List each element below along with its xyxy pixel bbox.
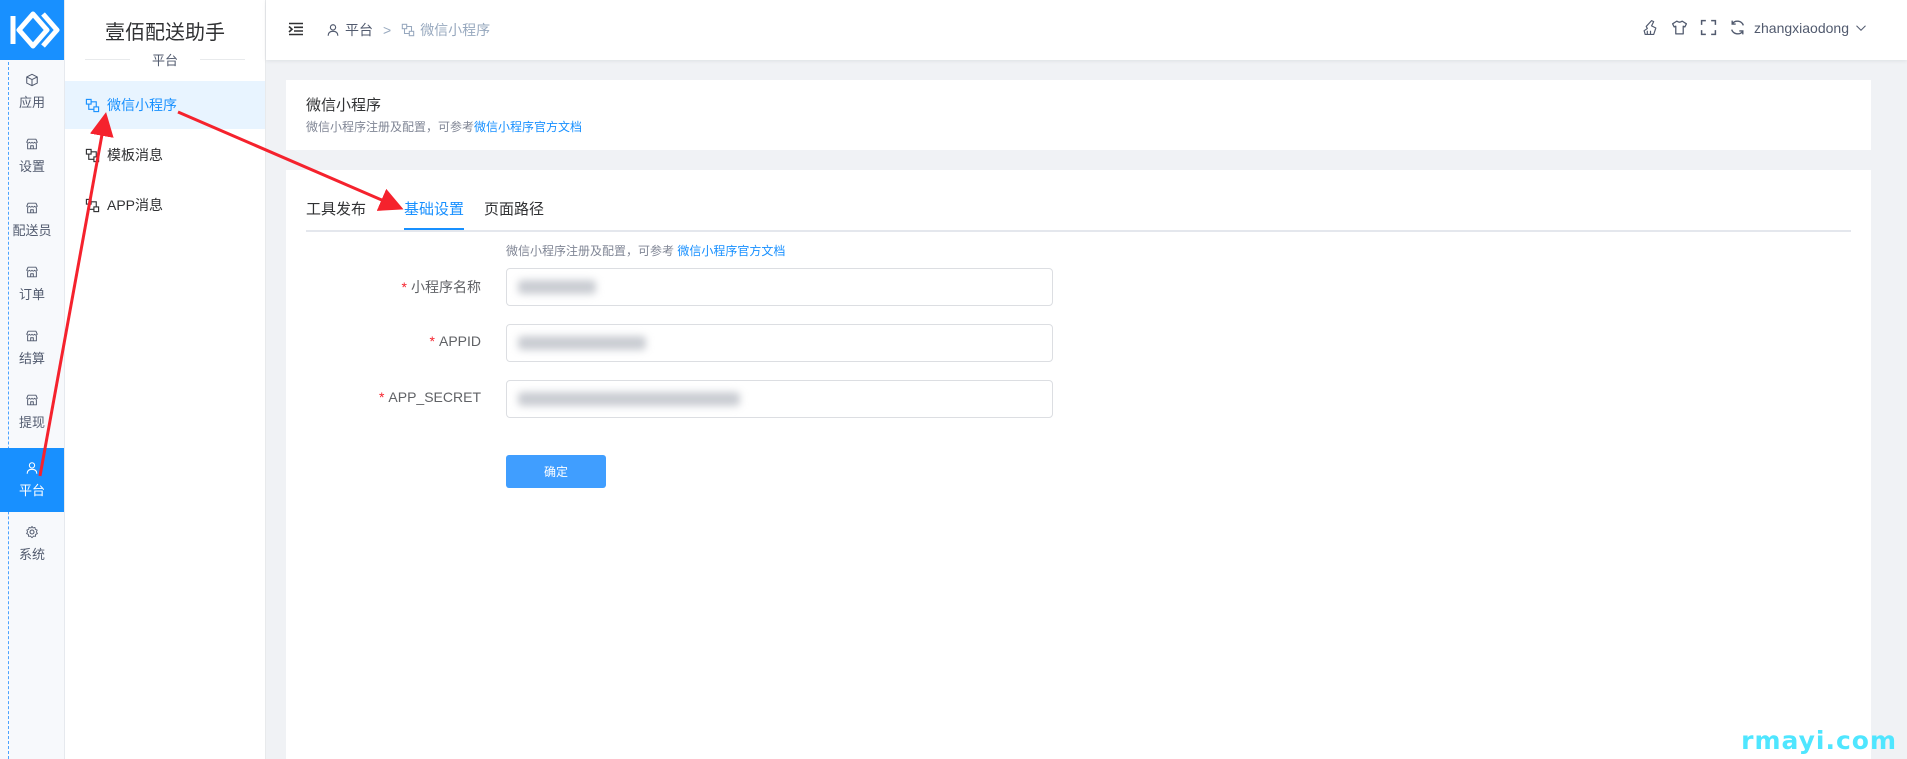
required-mark: * [401,279,407,295]
tip-doc-link[interactable]: 微信小程序官方文档 [677,244,785,258]
tab-bar: 工具发布 基础设置 页面路径 [306,188,1851,232]
submenu-item-label: 模板消息 [107,147,163,163]
store-icon [26,330,38,342]
top-header: 平台 > 微信小程序 zhangxiaodong [266,0,1907,60]
clean-icon[interactable] [1642,19,1659,36]
field-label-appid: * APPID [430,333,481,349]
watermark: rmayi.com [1741,726,1897,755]
required-mark: * [429,333,435,349]
breadcrumb-item-current: 微信小程序 [420,22,491,38]
component-icon [85,198,100,212]
submenu-item-label: APP消息 [107,197,164,213]
header-toolbar: zhangxiaodong [1630,19,1867,36]
field-label-text: APP_SECRET [388,389,481,405]
rail-item-withdraw[interactable]: 提现 [0,380,64,444]
doc-link[interactable]: 微信小程序官方文档 [474,120,582,134]
rail-item-system[interactable]: 系统 [0,512,64,576]
component-icon [85,148,100,162]
field-label-text: APPID [438,333,481,349]
breadcrumb-item-platform[interactable]: 平台 [345,20,373,40]
rail-item-couriers[interactable]: 配送员 [0,188,64,252]
field-label-name: * 小程序名称 [402,277,481,297]
store-icon [26,202,38,214]
component-icon [401,23,415,37]
page-description: 微信小程序注册及配置，可参考微信小程序官方文档 [306,118,582,135]
description-text: 微信小程序注册及配置，可参考 [306,120,475,134]
cube-icon [26,73,38,87]
redacted-value [518,280,596,294]
tip-text: 微信小程序注册及配置，可参考 [506,244,675,258]
menu-fold-icon[interactable] [288,21,304,37]
tab-tool-publish[interactable]: 工具发布 [306,198,366,228]
section-name: 平台 [130,50,200,69]
rail-item-platform[interactable]: 平台 [0,448,64,512]
store-icon [26,266,38,278]
icon-sidebar: 应用 设置 配送员 订单 结算 提现 平台 系统 [0,0,65,759]
field-label-secret: * APP_SECRET [379,389,481,405]
logo-icon [10,11,60,49]
settings-card: 工具发布 基础设置 页面路径 微信小程序注册及配置，可参考 微信小程序官方文档 … [286,170,1871,759]
page-info-card: 微信小程序 微信小程序注册及配置，可参考微信小程序官方文档 [286,80,1871,150]
submenu-item-app-message[interactable]: APP消息 [65,181,265,229]
store-icon [26,138,38,150]
app-name: 壹佰配送助手 [105,22,225,44]
rail-item-label: 结算 [18,351,45,366]
rail-item-label: 订单 [18,287,45,302]
rail-item-settlement[interactable]: 结算 [0,316,64,380]
required-mark: * [378,389,385,405]
refresh-icon[interactable] [1729,19,1746,36]
app-logo[interactable] [0,0,64,60]
redacted-value [518,392,740,406]
form-tip: 微信小程序注册及配置，可参考 微信小程序官方文档 [506,242,785,259]
confirm-button[interactable]: 确定 [506,455,606,488]
breadcrumb-separator: > [383,22,392,38]
breadcrumb: 平台 > 微信小程序 [326,20,490,40]
gear-icon [26,525,38,539]
tab-page-path[interactable]: 页面路径 [484,198,544,228]
redacted-value [518,336,646,350]
chevron-down-icon[interactable] [1855,22,1867,34]
user-icon [327,24,339,36]
rail-item-label: 提现 [18,415,45,430]
submenu-item-label: 微信小程序 [107,97,177,113]
tab-basic-settings[interactable]: 基础设置 [404,198,465,230]
rail-item-label: 系统 [18,547,45,562]
rail-item-label: 配送员 [12,223,52,238]
component-icon [85,98,100,112]
rail-item-label: 设置 [18,159,45,174]
rail-item-label: 平台 [18,483,45,498]
user-icon [26,462,38,474]
rail-item-apps[interactable]: 应用 [0,60,64,124]
store-icon [26,394,38,406]
submenu-item-wechat-miniprogram[interactable]: 微信小程序 [65,81,265,129]
page-title: 微信小程序 [306,97,382,114]
rail-item-settings[interactable]: 设置 [0,124,64,188]
fullscreen-icon[interactable] [1700,19,1717,36]
theme-shirt-icon[interactable] [1671,19,1688,36]
rail-item-label: 应用 [18,95,45,110]
field-label-text: 小程序名称 [411,279,481,295]
user-dropdown[interactable]: zhangxiaodong [1754,20,1849,36]
rail-item-orders[interactable]: 订单 [0,252,64,316]
submenu-item-template-message[interactable]: 模板消息 [65,131,265,179]
secondary-sidebar: 壹佰配送助手 平台 微信小程序 模板消息 APP消息 [65,0,266,759]
